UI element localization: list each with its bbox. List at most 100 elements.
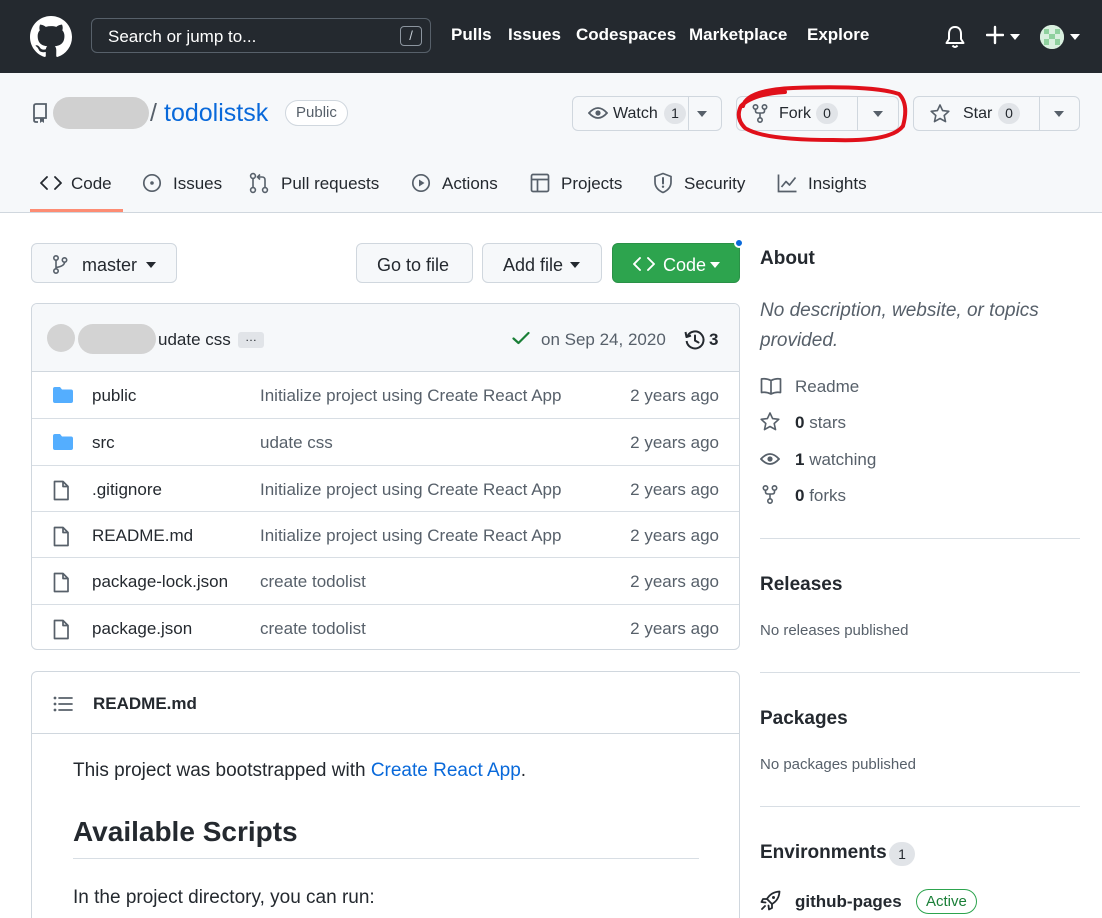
file-icon (52, 526, 70, 547)
branch-caret-icon (146, 262, 156, 268)
file-name-link[interactable]: package-lock.json (92, 572, 228, 592)
file-name-link[interactable]: .gitignore (92, 480, 162, 500)
watch-label: Watch (613, 105, 658, 122)
packages-heading[interactable]: Packages (760, 708, 848, 730)
file-commit-message[interactable]: Initialize project using Create React Ap… (260, 386, 561, 406)
branch-select-button[interactable]: master (31, 243, 177, 283)
nav-pulls[interactable]: Pulls (451, 25, 492, 45)
file-name-link[interactable]: package.json (92, 619, 192, 639)
commit-count[interactable]: 3 (709, 330, 718, 350)
commit-expand-button[interactable]: … (238, 331, 264, 348)
annotation-highlight-ring (736, 85, 908, 143)
file-row[interactable]: public Initialize project using Create Re… (32, 372, 739, 418)
tab-insights[interactable]: Insights (777, 170, 877, 212)
tab-code[interactable]: Code (40, 170, 120, 212)
file-name-link[interactable]: README.md (92, 526, 193, 546)
star-button[interactable]: Star 0 (914, 97, 1039, 130)
nav-issues[interactable]: Issues (508, 25, 561, 45)
file-row[interactable]: package-lock.json create todolist 2 years … (32, 557, 739, 603)
notification-bell-icon[interactable] (944, 25, 966, 49)
slash-shortcut-key: / (400, 26, 422, 46)
nav-marketplace[interactable]: Marketplace (689, 25, 787, 45)
list-unordered-icon[interactable] (53, 696, 73, 712)
file-row[interactable]: README.md Initialize project using Create… (32, 510, 739, 557)
file-row[interactable]: package.json create todolist 2 years ago (32, 603, 739, 650)
tab-issues[interactable]: Issues (142, 170, 222, 212)
star-count: 0 (998, 103, 1020, 124)
tab-issues-label: Issues (173, 174, 223, 193)
tab-security-label: Security (684, 174, 746, 193)
tab-actions[interactable]: Actions (411, 170, 506, 212)
fork-icon (762, 485, 778, 504)
tab-projects[interactable]: Projects (530, 170, 630, 212)
file-age: 2 years ago (630, 479, 719, 499)
star-icon (930, 104, 950, 123)
identicon-icon (1040, 25, 1064, 49)
watch-count: 1 (664, 103, 686, 124)
readme-filename[interactable]: README.md (93, 694, 197, 714)
create-caret-icon[interactable] (1010, 34, 1020, 40)
file-name-link[interactable]: public (92, 386, 136, 406)
file-row[interactable]: src udate css 2 years ago (32, 418, 739, 464)
latest-commit-date[interactable]: on Sep 24, 2020 (541, 330, 666, 350)
author-avatar-redacted[interactable] (47, 324, 75, 352)
create-react-app-link[interactable]: Create React App (371, 760, 521, 781)
code-icon (40, 176, 62, 190)
tab-pull-requests[interactable]: Pull requests (249, 170, 384, 212)
watch-caret-icon[interactable] (697, 111, 707, 117)
nav-codespaces[interactable]: Codespaces (576, 25, 676, 45)
stars-link[interactable]: 0 stars (760, 411, 880, 435)
folder-icon (52, 386, 74, 404)
search-input[interactable]: Search or jump to... / (91, 18, 431, 53)
latest-commit-message[interactable]: udate css (158, 330, 231, 350)
nav-explore[interactable]: Explore (807, 25, 869, 45)
path-separator: / (150, 99, 157, 127)
check-icon[interactable] (512, 331, 530, 345)
file-commit-message[interactable]: Initialize project using Create React Ap… (260, 480, 561, 500)
file-row[interactable]: .gitignore Initialize project using Creat… (32, 464, 739, 511)
forks-text: forks (804, 486, 847, 505)
code-clone-button[interactable]: Code (612, 243, 740, 283)
file-commit-message[interactable]: create todolist (260, 619, 366, 639)
file-commit-message[interactable]: create todolist (260, 572, 366, 592)
add-file-label: Add file (503, 255, 564, 275)
owner-name-redacted[interactable] (53, 97, 149, 129)
file-commit-message[interactable]: Initialize project using Create React Ap… (260, 526, 561, 546)
stars-text: stars (804, 413, 847, 432)
watching-link[interactable]: 1 watching (760, 448, 900, 472)
add-file-button[interactable]: Add file (482, 243, 602, 283)
pull-request-icon (249, 172, 269, 194)
environments-heading[interactable]: Environments (760, 842, 887, 864)
file-icon (52, 619, 70, 640)
rocket-icon (760, 890, 781, 911)
readme-link[interactable]: Readme (760, 375, 880, 399)
user-avatar[interactable] (1040, 25, 1064, 49)
github-logo-icon[interactable] (30, 16, 72, 58)
readme-intro-period: . (520, 760, 527, 781)
avatar-caret-icon[interactable] (1070, 34, 1080, 40)
git-branch-icon (53, 255, 68, 274)
file-commit-message[interactable]: udate css (260, 433, 333, 453)
plus-icon[interactable] (986, 24, 1004, 46)
releases-heading[interactable]: Releases (760, 574, 842, 596)
file-age: 2 years ago (630, 525, 719, 545)
star-caret-icon[interactable] (1054, 111, 1064, 117)
repo-name-link[interactable]: todolistsk (164, 99, 268, 128)
environment-name-link[interactable]: github-pages (795, 892, 902, 912)
readme-intro: This project was bootstrapped with Creat… (73, 760, 526, 782)
history-icon[interactable] (684, 329, 706, 351)
file-age: 2 years ago (630, 572, 719, 592)
code-icon (633, 257, 655, 271)
forks-link[interactable]: 0 forks (760, 484, 880, 508)
play-icon (411, 173, 431, 193)
author-name-redacted[interactable] (78, 324, 156, 354)
go-to-file-button[interactable]: Go to file (356, 243, 473, 283)
sidebar-divider (760, 806, 1080, 807)
readme-paragraph: In the project directory, you can run: (73, 887, 375, 908)
file-name-link[interactable]: src (92, 433, 115, 453)
go-to-file-label: Go to file (377, 255, 450, 275)
tab-security[interactable]: Security (653, 170, 753, 212)
watch-button[interactable]: Watch 1 (573, 97, 688, 130)
watching-text: watching (804, 450, 877, 469)
file-icon (52, 572, 70, 593)
